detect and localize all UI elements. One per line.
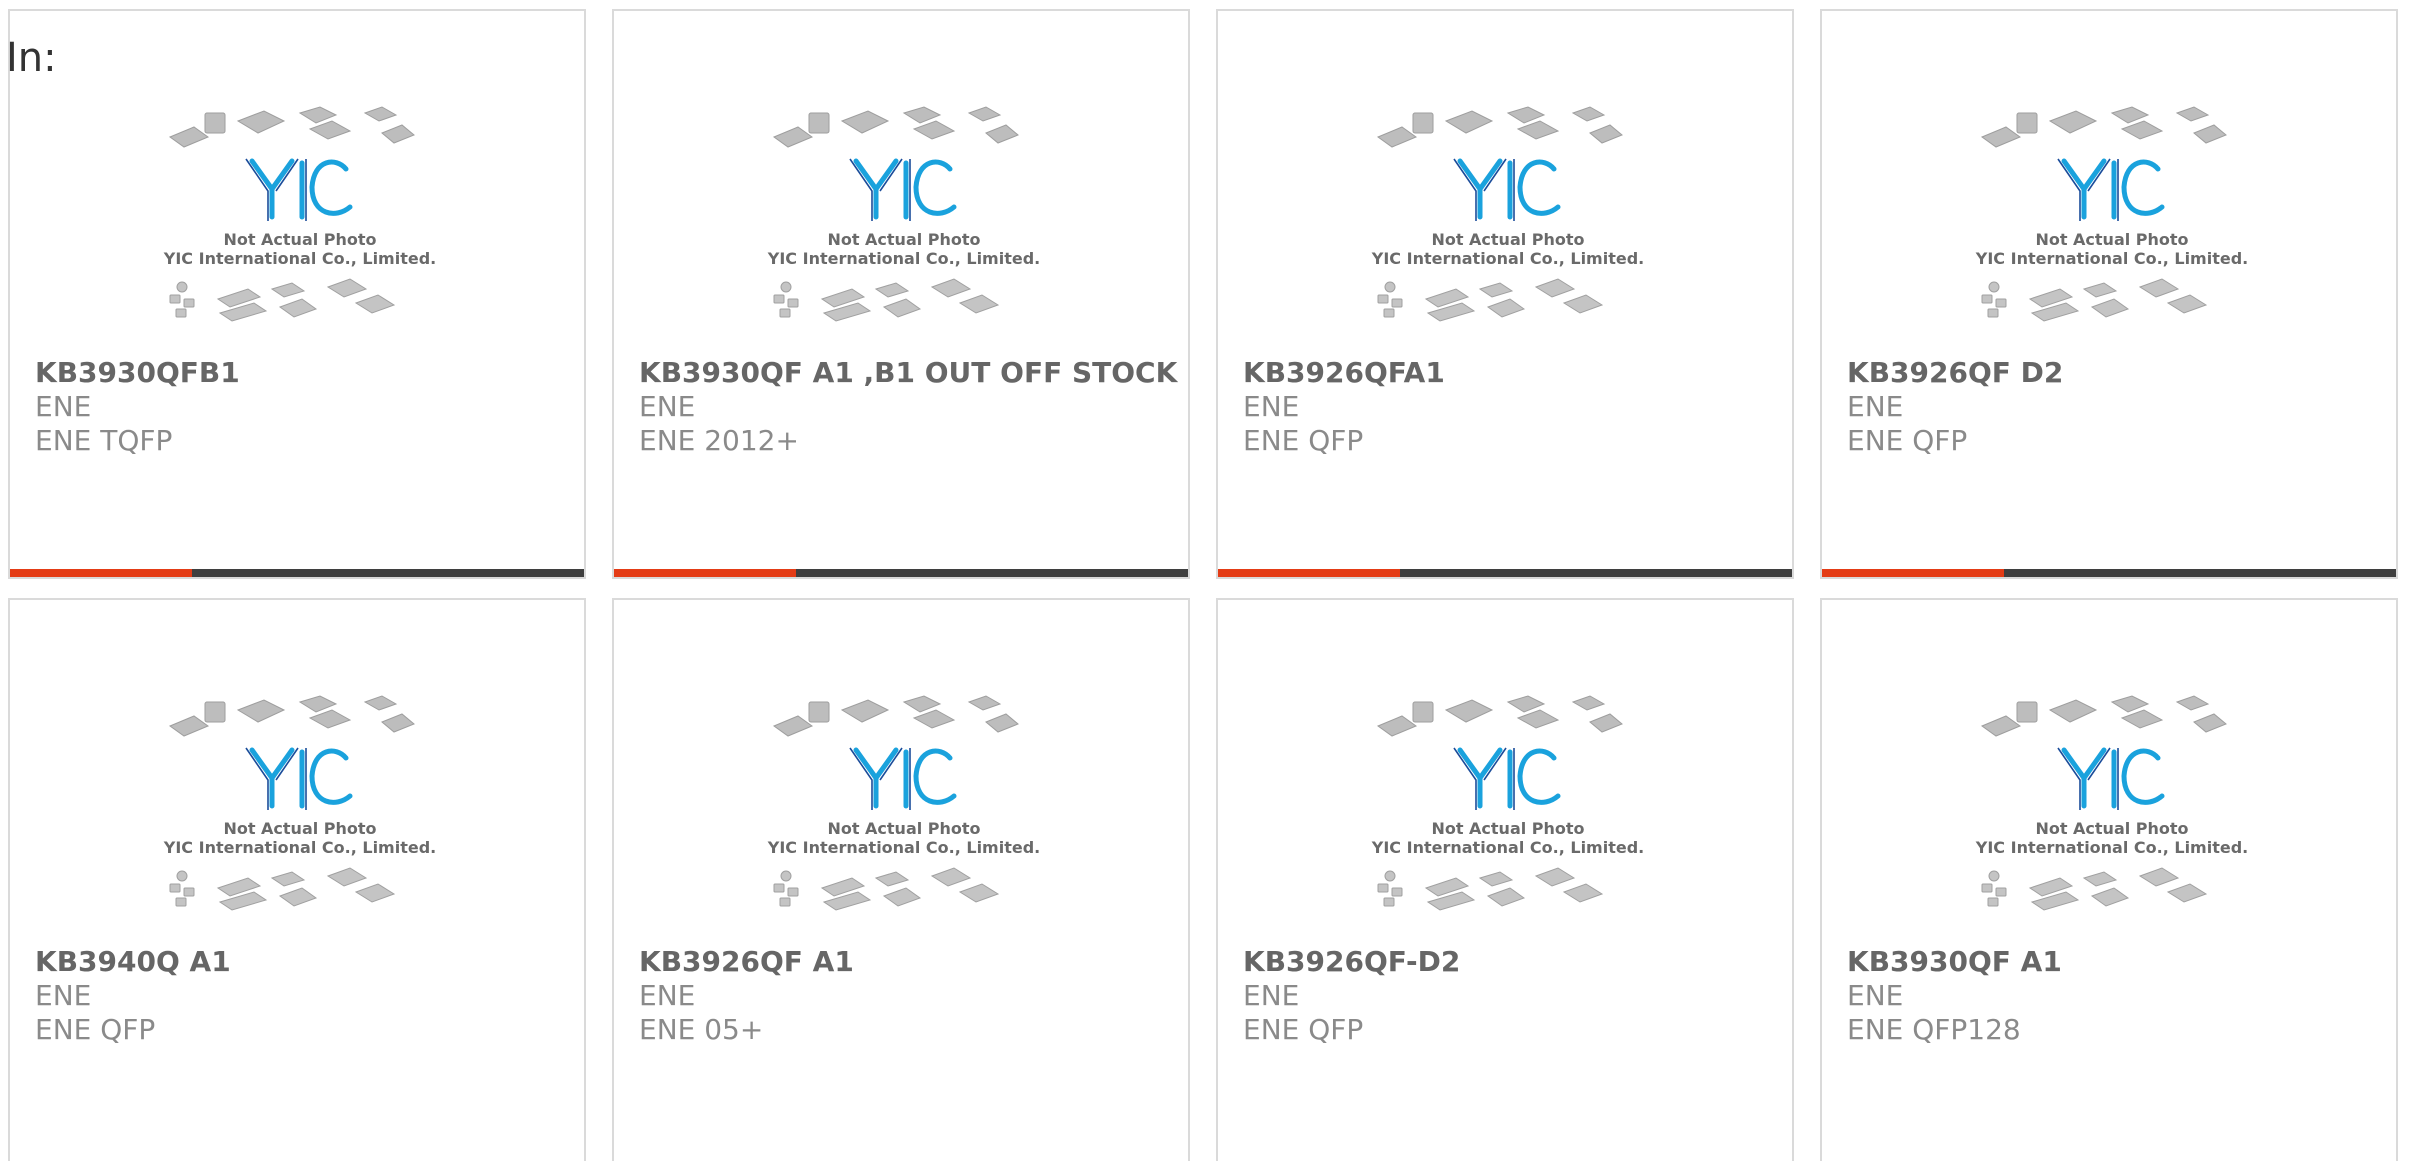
product-brand: ENE xyxy=(639,390,696,423)
product-part-number-link[interactable]: KB3926QF-D2 xyxy=(1243,945,1460,979)
card-accent-bar xyxy=(1218,569,1400,577)
product-card[interactable]: Not Actual Photo YIC International Co., … xyxy=(612,9,1190,579)
card-bottom-bar xyxy=(1218,569,1792,577)
card-accent-bar xyxy=(10,569,192,577)
product-package: ENE QFP128 xyxy=(1847,1013,2021,1046)
caption-line2: YIC International Co., Limited. xyxy=(767,838,1040,857)
product-image-placeholder[interactable]: Not Actual Photo YIC International Co., … xyxy=(1368,688,1648,938)
caption-line1: Not Actual Photo xyxy=(2035,819,2188,838)
product-image-placeholder[interactable]: Not Actual Photo YIC International Co., … xyxy=(1972,688,2252,938)
product-part-number-link[interactable]: KB3930QF A1 xyxy=(1847,945,2062,979)
product-card[interactable]: Not Actual Photo YIC International Co., … xyxy=(1820,598,2398,1161)
product-image-placeholder[interactable]: Not Actual Photo YIC International Co., … xyxy=(1368,99,1648,349)
product-package: ENE QFP xyxy=(1243,1013,1364,1046)
product-brand: ENE xyxy=(1847,390,1904,423)
product-brand: ENE xyxy=(1243,979,1300,1012)
product-part-number-link[interactable]: KB3926QF A1 xyxy=(639,945,854,979)
caption-line2: YIC International Co., Limited. xyxy=(1975,249,2248,268)
product-card[interactable]: Not Actual Photo YIC International Co., … xyxy=(1820,9,2398,579)
product-card[interactable]: Not Actual Photo YIC International Co., … xyxy=(612,598,1190,1161)
card-accent-bar xyxy=(614,569,796,577)
product-package: ENE 05+ xyxy=(639,1013,764,1046)
caption-line2: YIC International Co., Limited. xyxy=(163,838,436,857)
product-package: ENE QFP xyxy=(1847,424,1968,457)
caption-line2: YIC International Co., Limited. xyxy=(1371,838,1644,857)
caption-line1: Not Actual Photo xyxy=(827,230,980,249)
product-part-number-link[interactable]: KB3930QF A1 ,B1 OUT OFF STOCK xyxy=(639,356,1177,390)
product-part-number-link[interactable]: KB3926QFA1 xyxy=(1243,356,1445,390)
caption-line1: Not Actual Photo xyxy=(827,819,980,838)
product-brand: ENE xyxy=(1847,979,1904,1012)
product-package: ENE QFP xyxy=(35,1013,156,1046)
product-image-placeholder[interactable]: Not Actual Photo YIC International Co., … xyxy=(160,99,440,349)
caption-line2: YIC International Co., Limited. xyxy=(767,249,1040,268)
product-card[interactable]: Not Actual Photo YIC International Co., … xyxy=(1216,9,1794,579)
product-brand: ENE xyxy=(35,979,92,1012)
caption-line2: YIC International Co., Limited. xyxy=(1975,838,2248,857)
card-accent-bar xyxy=(1822,569,2004,577)
in-label: In: xyxy=(6,35,57,81)
caption-line1: Not Actual Photo xyxy=(1431,230,1584,249)
product-brand: ENE xyxy=(639,979,696,1012)
product-image-placeholder[interactable]: Not Actual Photo YIC International Co., … xyxy=(160,688,440,938)
product-image-placeholder[interactable]: Not Actual Photo YIC International Co., … xyxy=(764,99,1044,349)
product-part-number-link[interactable]: KB3926QF D2 xyxy=(1847,356,2063,390)
product-package: ENE 2012+ xyxy=(639,424,799,457)
product-package: ENE QFP xyxy=(1243,424,1364,457)
caption-line2: YIC International Co., Limited. xyxy=(1371,249,1644,268)
caption-line1: Not Actual Photo xyxy=(223,230,376,249)
caption-line1: Not Actual Photo xyxy=(2035,230,2188,249)
product-part-number-link[interactable]: KB3930QFB1 xyxy=(35,356,240,390)
product-image-placeholder[interactable]: Not Actual Photo YIC International Co., … xyxy=(764,688,1044,938)
card-bottom-bar xyxy=(614,569,1188,577)
product-image-placeholder[interactable]: Not Actual Photo YIC International Co., … xyxy=(1972,99,2252,349)
product-card[interactable]: Not Actual Photo YIC International Co., … xyxy=(1216,598,1794,1161)
caption-line2: YIC International Co., Limited. xyxy=(163,249,436,268)
product-card[interactable]: Not Actual Photo YIC International Co., … xyxy=(8,598,586,1161)
product-card[interactable]: Not Actual Photo YIC International Co., … xyxy=(8,9,586,579)
product-grid-page: In: Not Actual Photo YIC International C… xyxy=(0,0,2410,1161)
product-part-number-link[interactable]: KB3940Q A1 xyxy=(35,945,231,979)
card-bottom-bar xyxy=(1822,569,2396,577)
product-brand: ENE xyxy=(35,390,92,423)
caption-line1: Not Actual Photo xyxy=(223,819,376,838)
caption-line1: Not Actual Photo xyxy=(1431,819,1584,838)
product-package: ENE TQFP xyxy=(35,424,173,457)
product-brand: ENE xyxy=(1243,390,1300,423)
card-bottom-bar xyxy=(10,569,584,577)
